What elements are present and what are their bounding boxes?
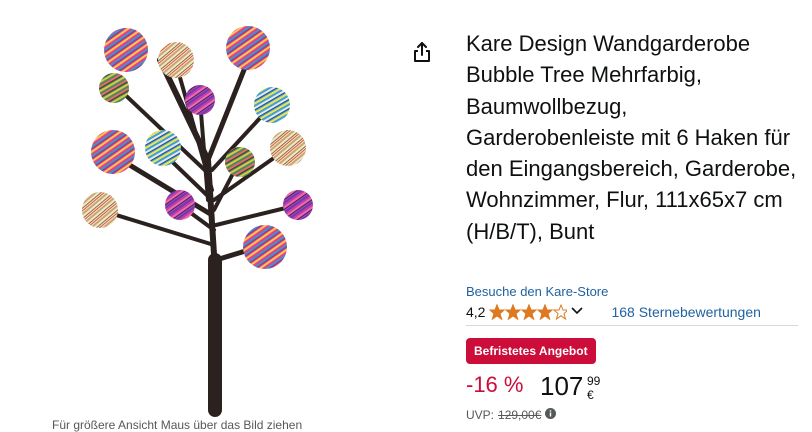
rating-value: 4,2 <box>466 304 486 320</box>
star-rating-icon <box>489 304 568 320</box>
uvp-label: UVP: <box>466 408 495 422</box>
share-icon <box>414 42 430 62</box>
discount-percentage: -16 % <box>466 372 524 397</box>
rating-dropdown[interactable] <box>571 303 584 321</box>
info-button[interactable] <box>545 408 557 422</box>
product-title: Kare Design Wandgarderobe Bubble Tree Me… <box>466 31 797 244</box>
review-count-link[interactable]: 168 Sternebewertungen <box>611 304 760 320</box>
star-rating[interactable] <box>489 304 568 320</box>
image-hover-hint: Für größere Ansicht Maus über das Bild z… <box>52 418 303 432</box>
rating-row: 4,2 168 Sternebewertungen <box>466 302 761 322</box>
bubble-tree-illustration <box>82 26 313 417</box>
deal-badge: Befristetes Angebot <box>466 338 596 364</box>
info-icon <box>545 408 557 419</box>
uvp-price: 129,00€ <box>498 408 542 422</box>
share-button[interactable] <box>410 40 434 64</box>
divider <box>466 325 798 326</box>
chevron-down-icon <box>571 307 584 315</box>
store-link[interactable]: Besuche den Kare-Store <box>466 284 608 299</box>
product-image[interactable]: Für größere Ansicht Maus über das Bild z… <box>0 0 400 432</box>
uvp-row: UVP: 129,00€ <box>466 408 557 422</box>
price-whole: 107 <box>540 371 584 401</box>
price-fraction: 99 € <box>587 374 601 402</box>
